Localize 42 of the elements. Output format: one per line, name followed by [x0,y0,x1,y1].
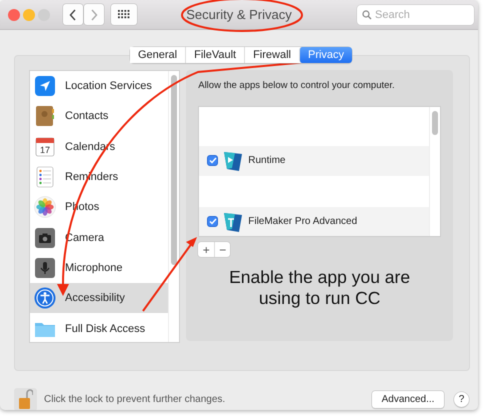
show-all-button[interactable] [111,4,137,25]
chevron-left-icon [69,8,77,20]
unlocked-padlock-icon [18,389,32,409]
app-row[interactable]: Runtime [199,146,429,176]
sidebar-item[interactable]: Accessibility [30,283,168,314]
chevron-right-icon [90,8,98,20]
app-icon [222,210,244,233]
app-icon [222,150,244,172]
app-row[interactable]: FileMaker Pro Advanced [199,206,429,236]
lock-hint: Click the lock to prevent further changes. [44,394,226,404]
scrollbar-thumb[interactable] [432,111,438,135]
description-text: Allow the apps below to control your computer. [198,80,396,91]
search-icon [362,10,372,20]
sidebar-item[interactable]: Full Disk Access [30,313,168,342]
list-icon [36,166,54,188]
calendar-icon: 17 [35,136,55,157]
instruction-text: Enable the app you are using to run CC [228,267,412,309]
scrollbar-thumb[interactable] [171,75,178,265]
help-button[interactable]: ? [454,392,469,406]
advanced-button[interactable]: Advanced... [372,390,444,408]
grid-icon [118,10,130,19]
sidebar-item[interactable]: Microphone [30,252,168,284]
sidebar-item[interactable]: Contacts [30,101,168,132]
window-title: Security & Privacy [186,7,292,22]
camera-icon [35,228,55,248]
tab[interactable]: General [130,47,186,63]
checkbox[interactable] [207,155,218,166]
lock-button[interactable] [14,388,37,410]
tab[interactable]: FileVault [185,47,244,63]
back-button[interactable] [63,4,83,25]
address-book-icon [35,105,55,128]
checkbox[interactable] [207,216,218,228]
minimize-button[interactable] [23,8,35,20]
sidebar-item[interactable]: Location Services [30,71,168,102]
microphone-icon [35,258,55,278]
close-button[interactable] [8,8,20,20]
add-button[interactable]: + [198,242,214,257]
accessibility-icon [34,287,56,310]
remove-button[interactable]: − [214,242,230,257]
flower-icon [34,196,56,218]
search-field[interactable]: Search [357,4,474,24]
tab[interactable]: Firewall [244,47,299,63]
